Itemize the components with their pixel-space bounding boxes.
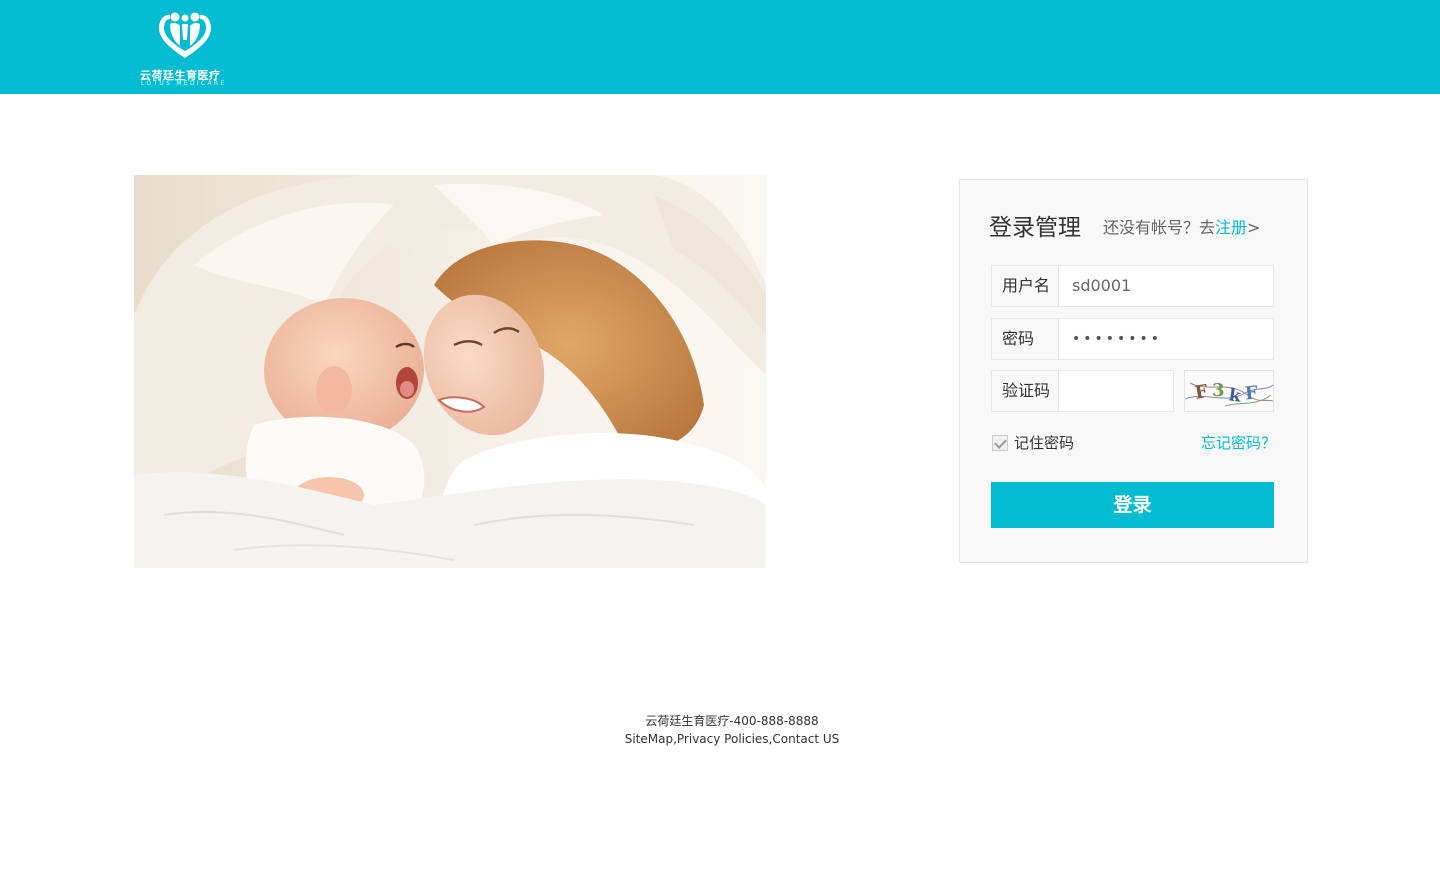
register-arrow: > (1247, 218, 1261, 237)
username-field[interactable]: 用户名 sd0001 (991, 265, 1274, 307)
page-footer: 云荷廷生育医疗-400-888-8888 SiteMap,Privacy Pol… (0, 712, 1440, 748)
remember-label: 记住密码 (1014, 434, 1075, 452)
svg-text:3: 3 (1212, 380, 1225, 401)
footer-privacy-link[interactable]: Privacy Policies (677, 732, 769, 746)
login-button[interactable]: 登录 (991, 482, 1274, 528)
register-prompt: 还没有帐号？去注册> (1103, 214, 1260, 238)
footer-contact: 云荷廷生育医疗-400-888-8888 (645, 714, 819, 728)
svg-text:F: F (1244, 382, 1259, 404)
logo-english-text: LOTUS MEDICARE (141, 80, 227, 87)
password-field[interactable]: 密码 •••••••• (991, 318, 1274, 360)
site-logo[interactable]: 云荷廷生育医疗 LOTUS MEDICARE (140, 10, 232, 88)
forgot-password-link[interactable]: 忘记密码？ (1201, 432, 1276, 453)
captcha-field[interactable]: 验证码 (991, 370, 1174, 412)
password-input[interactable]: •••••••• (1072, 319, 1162, 359)
remember-password[interactable]: 记住密码 (992, 432, 1074, 452)
hero-photo (134, 175, 766, 568)
login-title: 登录管理 (989, 215, 1081, 241)
captcha-image-graphic: F 3 k F (1184, 371, 1274, 411)
captcha-label: 验证码 (992, 371, 1059, 411)
login-panel: 登录管理 还没有帐号？去注册> 用户名 sd0001 密码 •••••••• 验… (959, 179, 1308, 563)
footer-contact-link[interactable]: Contact US (772, 732, 839, 746)
family-heart-icon (159, 12, 211, 59)
footer-sitemap-link[interactable]: SiteMap (625, 732, 673, 746)
footer-links: SiteMap,Privacy Policies,Contact US (624, 732, 840, 746)
mother-and-baby-image (134, 175, 766, 568)
top-header: 云荷廷生育医疗 LOTUS MEDICARE (0, 0, 1440, 94)
captcha-image[interactable]: F 3 k F (1184, 370, 1274, 412)
remember-checkbox[interactable] (992, 435, 1008, 451)
register-prompt-text: 还没有帐号？去 (1103, 218, 1216, 237)
register-link[interactable]: 注册 (1215, 218, 1247, 237)
username-input[interactable]: sd0001 (1072, 266, 1131, 306)
password-label: 密码 (992, 319, 1059, 359)
username-label: 用户名 (992, 266, 1059, 306)
